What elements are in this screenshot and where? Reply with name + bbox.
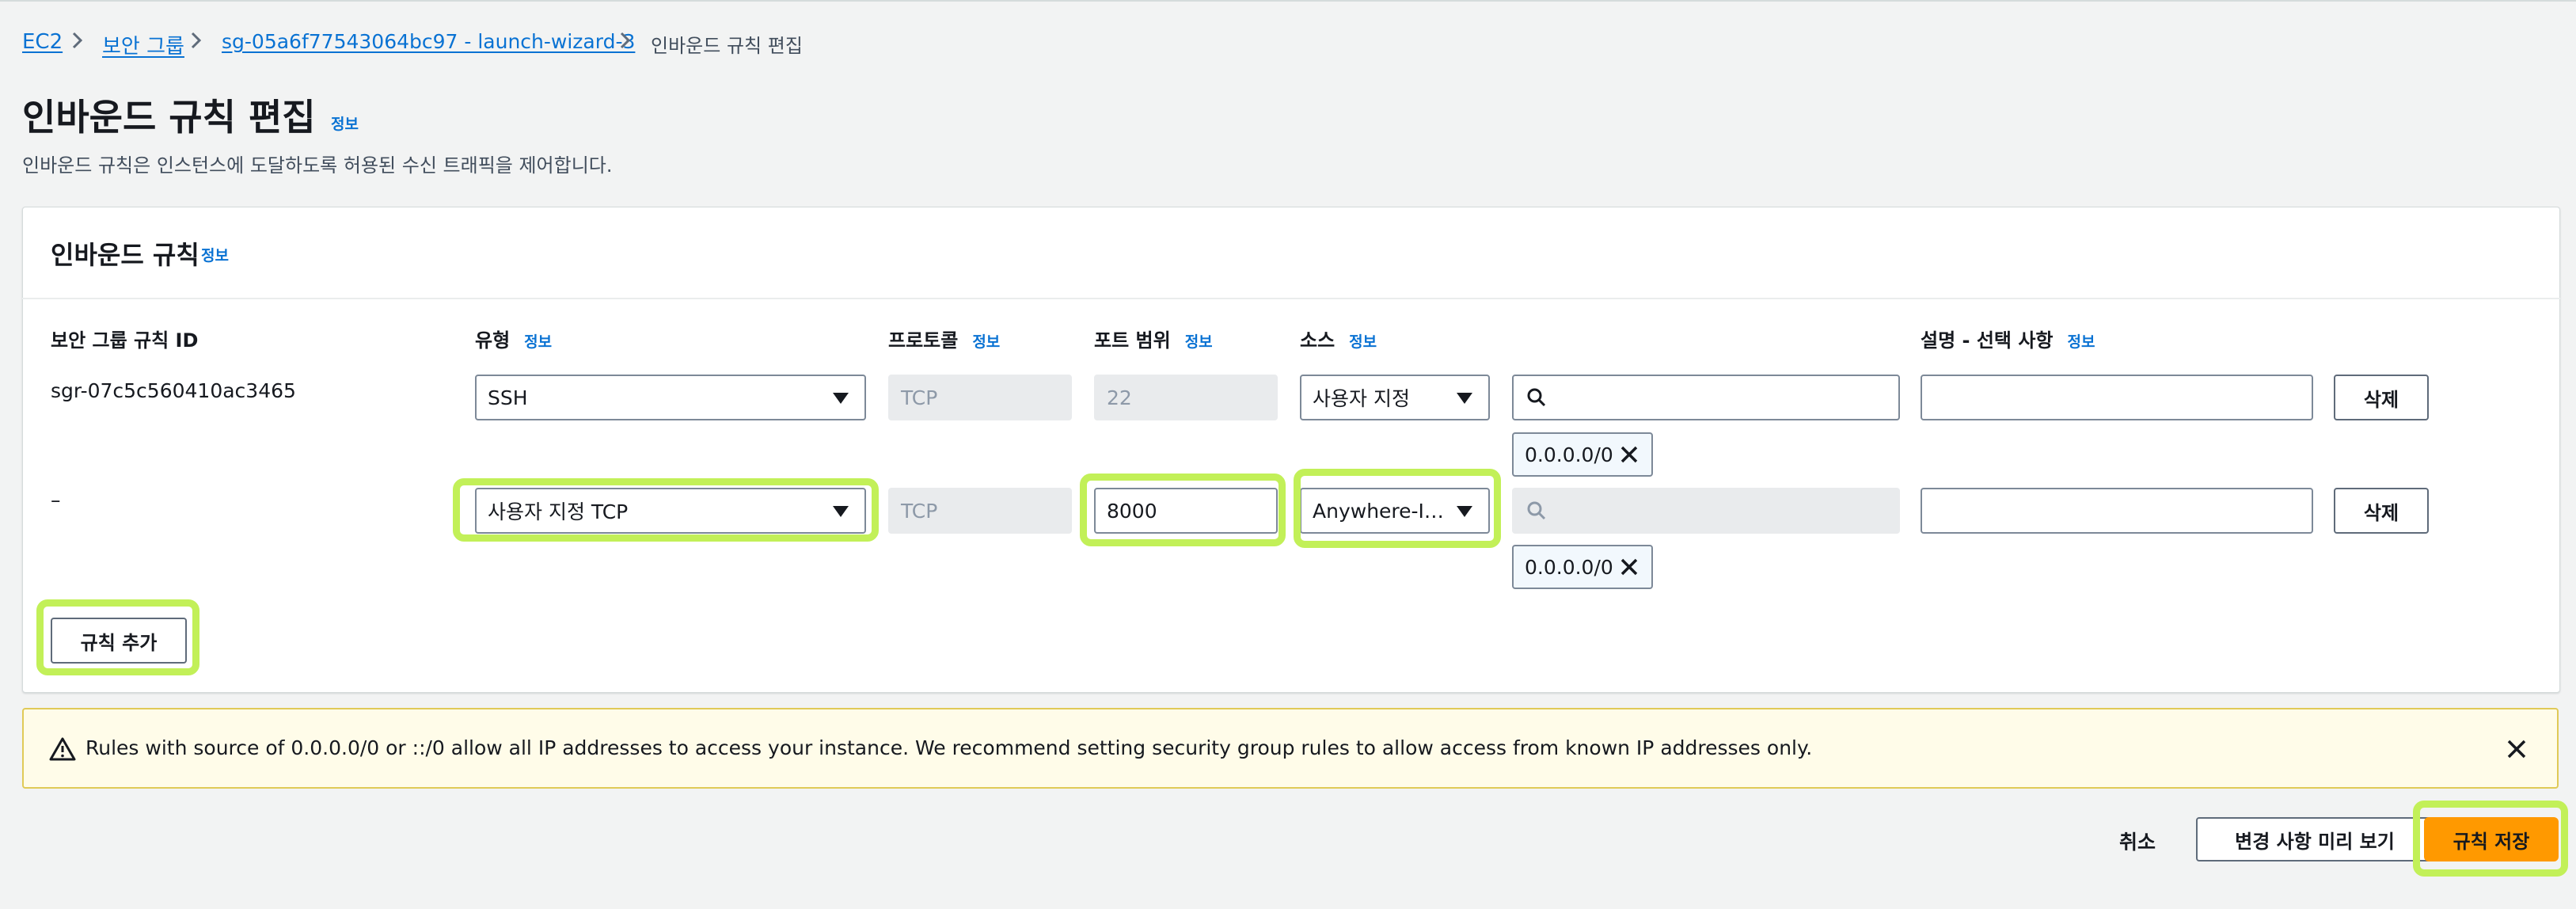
- breadcrumb-security-groups[interactable]: 보안 그룹: [102, 30, 184, 59]
- breadcrumb-ec2[interactable]: EC2: [22, 30, 63, 54]
- type-select-value: 사용자 지정 TCP: [488, 500, 629, 523]
- close-icon[interactable]: [2505, 737, 2529, 761]
- panel-title: 인바운드 규칙: [51, 240, 199, 270]
- page-title: 인바운드 규칙 편집: [22, 96, 316, 139]
- caret-down-icon: [1457, 506, 1472, 517]
- delete-rule-button[interactable]: 삭제: [2334, 488, 2429, 534]
- caret-down-icon: [1457, 393, 1472, 404]
- breadcrumb-security-group[interactable]: sg-05a6f77543064bc97 - launch-wizard-3: [222, 30, 635, 53]
- source-token-label: 0.0.0.0/0: [1525, 443, 1613, 466]
- column-type: 유형 정보: [475, 329, 553, 352]
- column-description: 설명 - 선택 사항 정보: [1921, 329, 2095, 352]
- source-token-label: 0.0.0.0/0: [1525, 555, 1613, 579]
- warning-message: Rules with source of 0.0.0.0/0 or ::/0 a…: [85, 736, 1813, 759]
- close-icon[interactable]: [1618, 443, 1640, 466]
- inbound-rules-panel: [22, 207, 2560, 693]
- source-select[interactable]: Anywhere-I…: [1300, 488, 1490, 534]
- caret-down-icon: [833, 506, 849, 517]
- column-source: 소스 정보: [1300, 329, 1377, 352]
- port-info-link[interactable]: 정보: [1185, 333, 1213, 351]
- caret-down-icon: [833, 393, 849, 404]
- cancel-button[interactable]: 취소: [2119, 827, 2156, 855]
- warning-icon: [49, 737, 76, 761]
- close-icon[interactable]: [1618, 556, 1640, 578]
- panel-header-divider: [22, 298, 2560, 299]
- type-info-link[interactable]: 정보: [524, 333, 552, 351]
- protocol-info-link[interactable]: 정보: [972, 333, 1000, 351]
- column-protocol: 프로토콜 정보: [888, 329, 1001, 352]
- source-token: 0.0.0.0/0: [1512, 545, 1653, 589]
- rule-id: –: [51, 489, 61, 512]
- source-select-value: Anywhere-I…: [1313, 499, 1444, 523]
- column-rule-id: 보안 그룹 규칙 ID: [51, 329, 199, 352]
- delete-rule-button[interactable]: 삭제: [2334, 375, 2429, 420]
- rule-id: sgr-07c5c560410ac3465: [51, 379, 296, 402]
- description-input[interactable]: [1921, 488, 2313, 534]
- source-select-value: 사용자 지정: [1313, 387, 1410, 410]
- preview-changes-button[interactable]: 변경 사항 미리 보기: [2196, 817, 2434, 861]
- source-select[interactable]: 사용자 지정: [1300, 375, 1490, 420]
- description-info-link[interactable]: 정보: [2068, 333, 2095, 351]
- port-range-input[interactable]: 8000: [1094, 488, 1278, 534]
- page-description: 인바운드 규칙은 인스턴스에 도달하도록 허용된 수신 트래픽을 제어합니다.: [22, 154, 613, 177]
- breadcrumb-current: 인바운드 규칙 편집: [651, 35, 803, 57]
- page-info-link[interactable]: 정보: [331, 112, 359, 134]
- save-rules-button[interactable]: 규칙 저장: [2424, 817, 2559, 861]
- chevron-right-icon: [191, 32, 202, 49]
- source-token: 0.0.0.0/0: [1512, 432, 1653, 477]
- protocol-field: TCP: [888, 488, 1072, 534]
- chevron-right-icon: [620, 32, 631, 49]
- type-select[interactable]: 사용자 지정 TCP: [475, 488, 866, 534]
- search-icon: [1527, 388, 1546, 407]
- source-search-input[interactable]: [1512, 375, 1900, 420]
- panel-info-link[interactable]: 정보: [201, 244, 229, 265]
- type-select[interactable]: SSH: [475, 375, 866, 420]
- chevron-right-icon: [72, 32, 83, 49]
- protocol-field: TCP: [888, 375, 1072, 420]
- top-divider: [0, 0, 2576, 2]
- column-port-range: 포트 범위 정보: [1094, 329, 1213, 352]
- search-icon: [1527, 501, 1546, 520]
- description-input[interactable]: [1921, 375, 2313, 420]
- source-info-link[interactable]: 정보: [1349, 333, 1377, 351]
- type-select-value: SSH: [488, 386, 528, 409]
- source-search-input: [1512, 488, 1900, 534]
- port-range-input: 22: [1094, 375, 1278, 420]
- add-rule-button[interactable]: 규칙 추가: [51, 618, 187, 664]
